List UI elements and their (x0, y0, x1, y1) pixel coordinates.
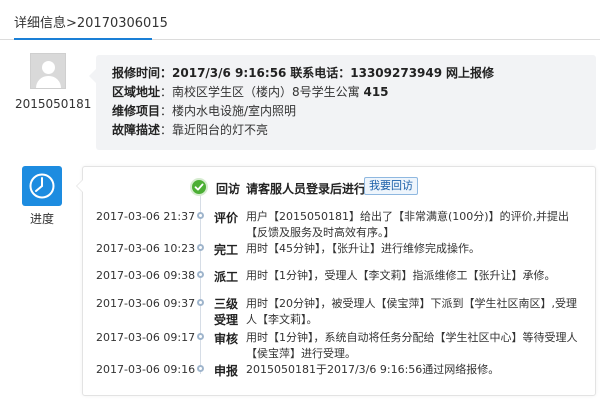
user-id: 2015050181 (15, 97, 92, 111)
timeline-dot (197, 365, 204, 372)
event-time: 2017-03-06 09:17 (96, 331, 196, 344)
info-row-time: 报修时间：2017/3/6 9:16:56 联系电话：13309273949 网… (112, 64, 494, 81)
event-type: 完工 (214, 243, 239, 257)
item-label: 维修项目 (112, 104, 161, 118)
repair-time-label: 报修时间： (112, 66, 173, 80)
room-value: 415 (363, 85, 389, 99)
event-time: 2017-03-06 09:38 (96, 269, 196, 282)
event-time: 2017-03-06 09:16 (96, 363, 196, 376)
progress-label: 进度 (29, 212, 54, 226)
info-row-item: 维修项目：楼内水电设施/室内照明 (112, 102, 296, 119)
event-description: 用时【1分钟】，系统自动将任务分配给【学生社区中心】等待受理人【侯宝萍】进行受理… (246, 331, 578, 360)
info-row-area: 区域地址：南校区学生区（楼内）8号学生公寓 415 (112, 83, 389, 100)
repair-info-card: 报修时间：2017/3/6 9:16:56 联系电话：13309273949 网… (89, 55, 596, 150)
event-description: 用时【1分钟】，受理人【李文莉】指派维修工【张升让】承修。 (246, 269, 556, 282)
page-title: 详细信息>20170306015 (14, 16, 168, 31)
event-type: 评价 (214, 211, 239, 225)
event-description: 用时【45分钟】，【张升让】进行维修完成操作。 (246, 242, 480, 255)
info-row-fault: 故障描述：靠近阳台的灯不亮 (112, 121, 268, 138)
fault-label: 故障描述 (112, 123, 161, 137)
event-type: 审核 (214, 332, 239, 346)
page-header: 详细信息>20170306015 (0, 0, 600, 40)
area-label: 区域地址 (112, 85, 161, 99)
event-type: 派工 (214, 270, 239, 284)
revisit-label: 回访 (216, 182, 241, 196)
user-avatar-icon (30, 53, 66, 89)
phone-label: 联系电话： (290, 66, 351, 80)
channel-value: 网上报修 (445, 66, 494, 80)
event-type: 申报 (214, 364, 239, 378)
event-description: 用户【2015050181】给出了【非常满意(100分)】的评价,并提出【反馈及… (246, 210, 570, 239)
clock-icon (22, 166, 62, 206)
timeline-dot (197, 212, 204, 219)
event-time: 2017-03-06 09:37 (96, 297, 196, 310)
event-time: 2017-03-06 21:37 (96, 210, 196, 223)
event-description: 用时【20分钟】，被受理人【侯宝萍】下派到【学生社区南区】,受理人【李文莉】。 (246, 297, 577, 326)
title-underline (14, 38, 152, 40)
item-value: ：楼内水电设施/室内照明 (160, 104, 297, 118)
phone-value: 13309273949 (350, 66, 443, 80)
check-circle-icon (190, 178, 208, 196)
revisit-button[interactable]: 我要回访 (364, 177, 418, 195)
event-description: 2015050181于2017/3/6 9:16:56通过网络报修。 (246, 363, 500, 376)
timeline-dot (197, 244, 204, 251)
timeline-line (200, 194, 201, 374)
event-type: 三级受理 (214, 297, 239, 327)
area-value: ：南校区学生区（楼内）8号学生公寓 (160, 85, 360, 99)
fault-value: ：靠近阳台的灯不亮 (160, 123, 269, 137)
repair-time-value: 2017/3/6 9:16:56 (172, 66, 287, 80)
timeline-dot (197, 299, 204, 306)
timeline-dot (197, 333, 204, 340)
event-time: 2017-03-06 10:23 (96, 242, 196, 255)
timeline-dot (197, 271, 204, 278)
